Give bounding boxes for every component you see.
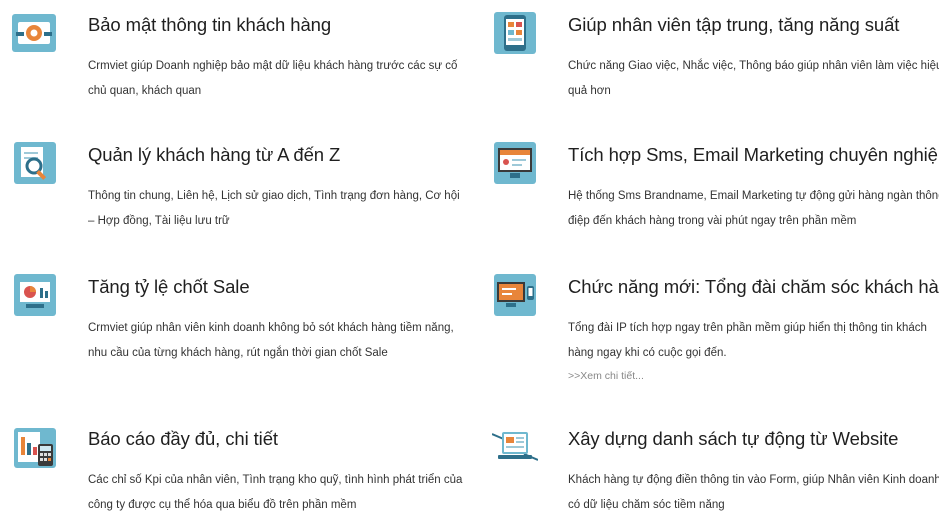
call-center-monitor-icon (492, 272, 538, 318)
website-laptop-icon (492, 424, 538, 470)
feature-title: Tăng tỷ lệ chốt Sale (88, 276, 250, 297)
security-gear-icon (12, 10, 58, 56)
mobile-app-icon (492, 10, 538, 56)
feature-description: Các chỉ số Kpi của nhân viên, Tình trạng… (88, 474, 463, 511)
feature-description: Crmviet giúp nhân viên kinh doanh không … (88, 322, 454, 359)
feature-title: Báo cáo đầy đủ, chi tiết (88, 428, 278, 449)
feature-description: Thông tin chung, Liên hệ, Lịch sử giao d… (88, 190, 460, 227)
feature-title: Tích hợp Sms, Email Marketing chuyên ngh… (568, 144, 939, 165)
feature-title: Giúp nhân viên tập trung, tăng năng suất (568, 14, 900, 35)
feature-description: Hệ thống Sms Brandname, Email Marketing … (568, 190, 939, 227)
feature-description: Chức năng Giao việc, Nhắc việc, Thông bá… (568, 60, 939, 97)
see-more-link[interactable]: >>Xem chi tiết... (568, 366, 939, 386)
feature-description-text: Tổng đài IP tích hợp ngay trên phần mềm … (568, 322, 927, 359)
feature-title: Bảo mật thông tin khách hàng (88, 14, 332, 35)
marketing-monitor-icon (492, 140, 538, 186)
feature-title: Quản lý khách hàng từ A đến Z (88, 144, 341, 165)
sales-chart-icon (12, 272, 58, 318)
feature-description: Tổng đài IP tích hợp ngay trên phần mềm … (568, 316, 939, 386)
feature-title: Chức năng mới: Tổng đài chăm sóc khách h… (568, 276, 939, 297)
feature-description: Crmviet giúp Doanh nghiệp bảo mật dữ liệ… (88, 60, 458, 97)
feature-description: Khách hàng tự động điền thông tin vào Fo… (568, 474, 939, 511)
feature-title: Xây dựng danh sách tự động từ Website (568, 428, 899, 449)
report-calculator-icon (12, 424, 58, 470)
magnifier-document-icon (12, 140, 58, 186)
